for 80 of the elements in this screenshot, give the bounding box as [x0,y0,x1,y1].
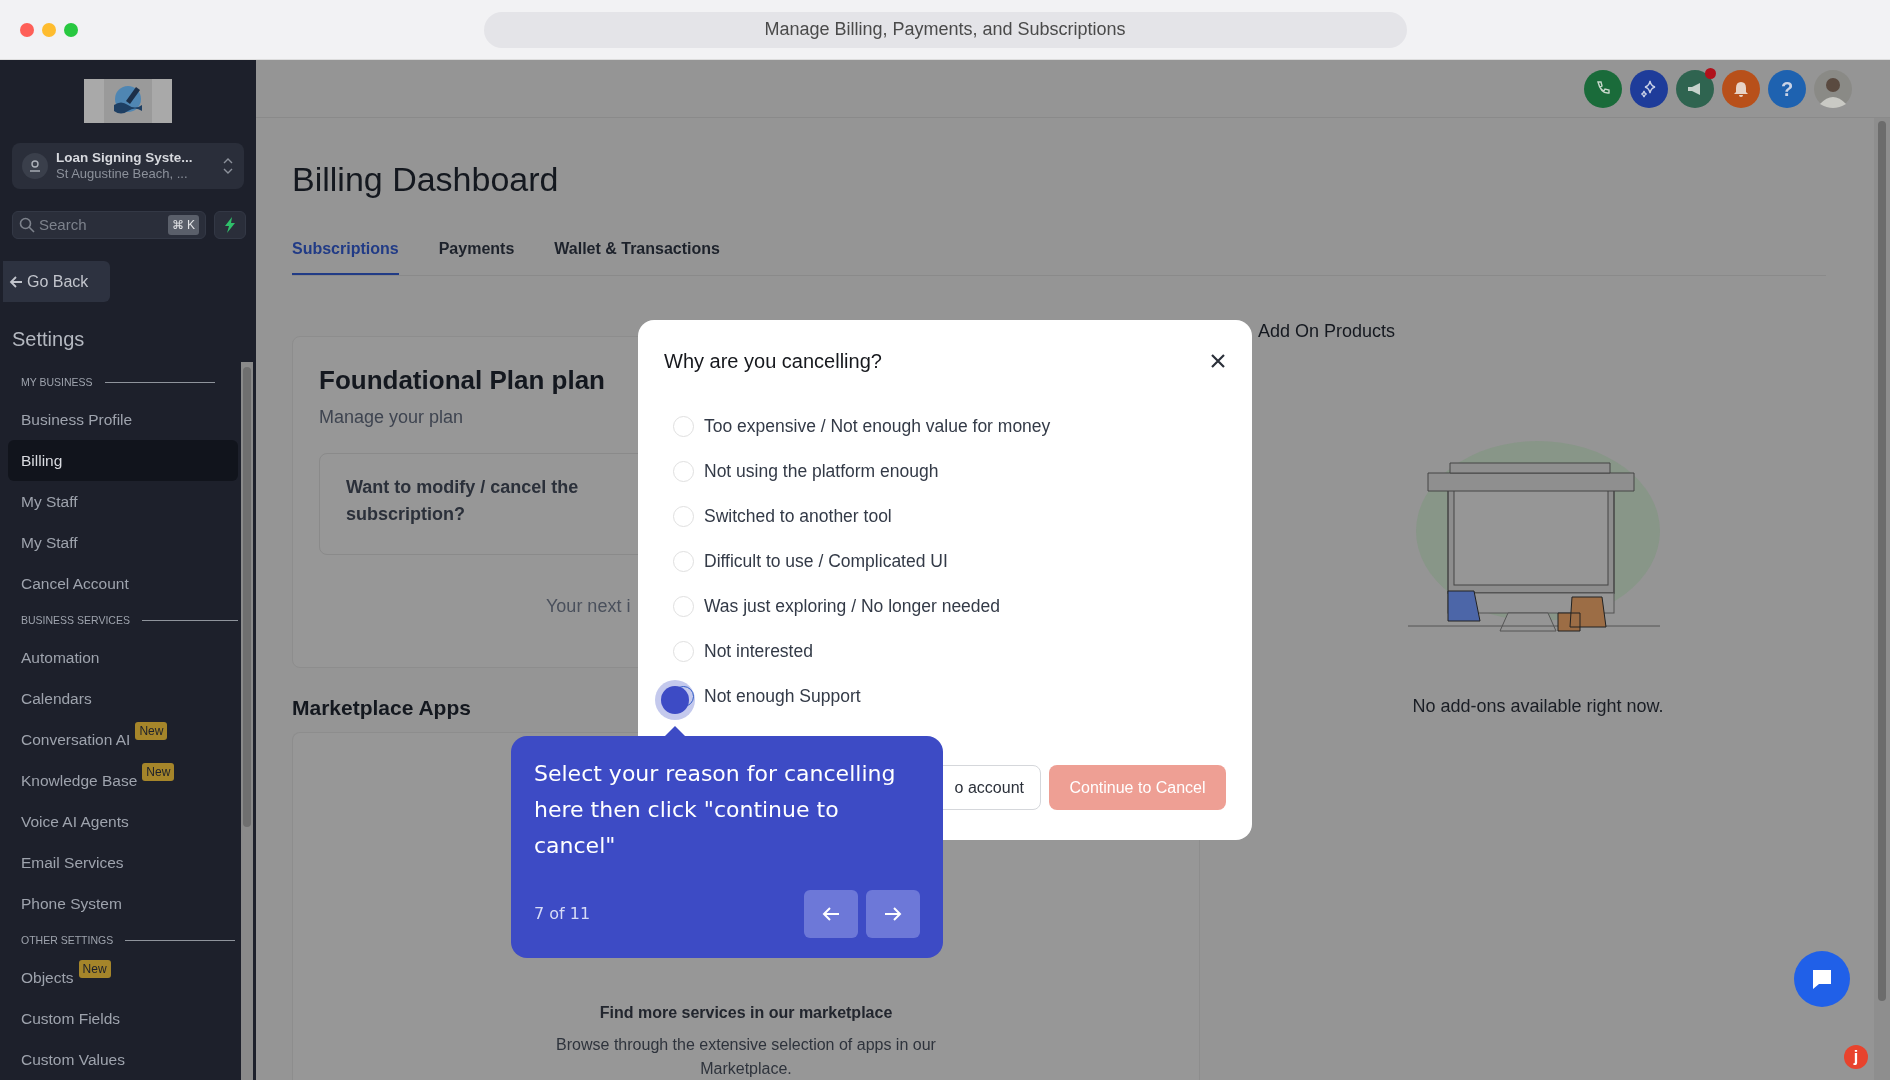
sparkle-button[interactable] [1630,69,1668,108]
arrow-left-icon [9,274,23,289]
sidebar-item[interactable]: Objects New [8,957,238,998]
sidebar-heading: Settings [12,327,86,352]
lightning-icon [224,217,236,233]
previous-button[interactable] [804,890,858,938]
window-control-icon[interactable] [64,23,78,37]
avatar[interactable] [1814,69,1852,108]
sidebar-item[interactable]: Phone System [8,883,238,924]
sidebar-item[interactable]: Billing [8,440,238,481]
option-label: Not enough Support [704,685,861,709]
option-label: Not using the platform enough [704,460,939,484]
search-field[interactable]: Search ⌘ K [12,211,206,239]
option-label: Was just exploring / No longer needed [704,595,1001,619]
subscription-prompt: Want to modify / cancel the subscription? [346,476,580,526]
tooltip-text: Select your reason for cancelling here then click "continue to cancel" [534,760,897,860]
launcher-badge[interactable]: j [1844,1045,1868,1069]
shortcut-key: ⌘ K [167,215,199,235]
sidebar-item[interactable]: My Staff [8,481,238,522]
location-icon [22,153,48,179]
close-icon [1210,353,1226,369]
beacon-tooltip [655,680,695,720]
new-badge: New [78,960,111,978]
plan-subtitle: Manage your plan [319,406,464,429]
section-label: OTHER SETTINGS [21,932,114,948]
arrow-left-icon [822,906,840,922]
tab[interactable]: Subscriptions [292,237,399,275]
new-badge: New [142,763,175,781]
address-bar[interactable]: Manage Billing, Payments, and Subscriptions [483,11,1407,48]
sidebar-item[interactable]: Calendars [8,678,238,719]
quick-action-button[interactable] [214,211,246,239]
account-location: St Augustine Beach, ... [56,166,189,182]
help-button[interactable]: ? [1768,69,1806,108]
page-title: Billing Dashboard [292,159,560,200]
section-heading: Add On Products [1258,320,1397,343]
step-counter: 7 of 11 [534,903,592,925]
option-label: Not interested [704,640,813,664]
scrollbar[interactable] [243,367,251,827]
sidebar-item[interactable]: Cancel Account [8,563,238,604]
window-control-icon[interactable] [20,23,34,37]
sidebar-item[interactable]: Knowledge Base New [8,760,238,801]
sidebar-item[interactable]: Automation [8,637,238,678]
account-switcher[interactable]: Loan Signing Syste... St Augustine Beach, ... [12,143,244,189]
bell-button[interactable] [1722,69,1760,108]
section-label: MY BUSINESS [21,374,93,390]
scrollbar[interactable] [1878,121,1886,1001]
sidebar-item[interactable]: Email Services [8,842,238,883]
sidebar-item[interactable]: Conversation AI New [8,719,238,760]
tab[interactable]: Wallet & Transactions [554,237,720,275]
chat-icon [1810,967,1834,991]
empty-state-text: No add-ons available right now. [1411,695,1665,718]
account-name: Loan Signing Syste... [56,150,194,166]
sidebar-item[interactable]: Voice AI Agents [8,801,238,842]
option-label: Too expensive / Not enough value for money [704,415,1051,439]
modal-title: Why are you cancelling? [664,349,882,374]
section-heading: Marketplace Apps [292,695,471,721]
sidebar-item[interactable]: Custom Fields [8,998,238,1039]
new-badge: New [135,722,168,740]
chat-button[interactable] [1794,951,1850,1007]
search-icon [19,217,35,233]
option-label: Difficult to use / Complicated UI [704,550,948,574]
phone-button[interactable] [1584,69,1622,108]
option-label: Switched to another tool [704,505,892,529]
sidebar-item[interactable]: My Staff [8,522,238,563]
marketplace-title: Find more services in our marketplace [598,1002,894,1023]
next-invoice-text: Your next i [546,595,632,618]
megaphone-button[interactable] [1676,69,1714,108]
close-button[interactable] [1210,353,1226,369]
plan-title: Foundational Plan plan [319,364,605,397]
tab[interactable]: Payments [438,237,515,275]
sidebar-item[interactable]: Business Profile [8,399,238,440]
window-control-icon[interactable] [42,23,56,37]
back-button[interactable]: Go Back [3,261,110,302]
chevron-updown-icon [222,157,234,175]
arrow-right-icon [884,906,902,922]
next-button[interactable] [866,890,920,938]
search-placeholder: Search [39,214,88,235]
section-label: BUSINESS SERVICES [21,612,130,628]
marketplace-description: Browse through the extensive selection of apps in our Marketplace. [555,1034,937,1079]
sidebar-item[interactable]: Custom Values [8,1039,238,1080]
